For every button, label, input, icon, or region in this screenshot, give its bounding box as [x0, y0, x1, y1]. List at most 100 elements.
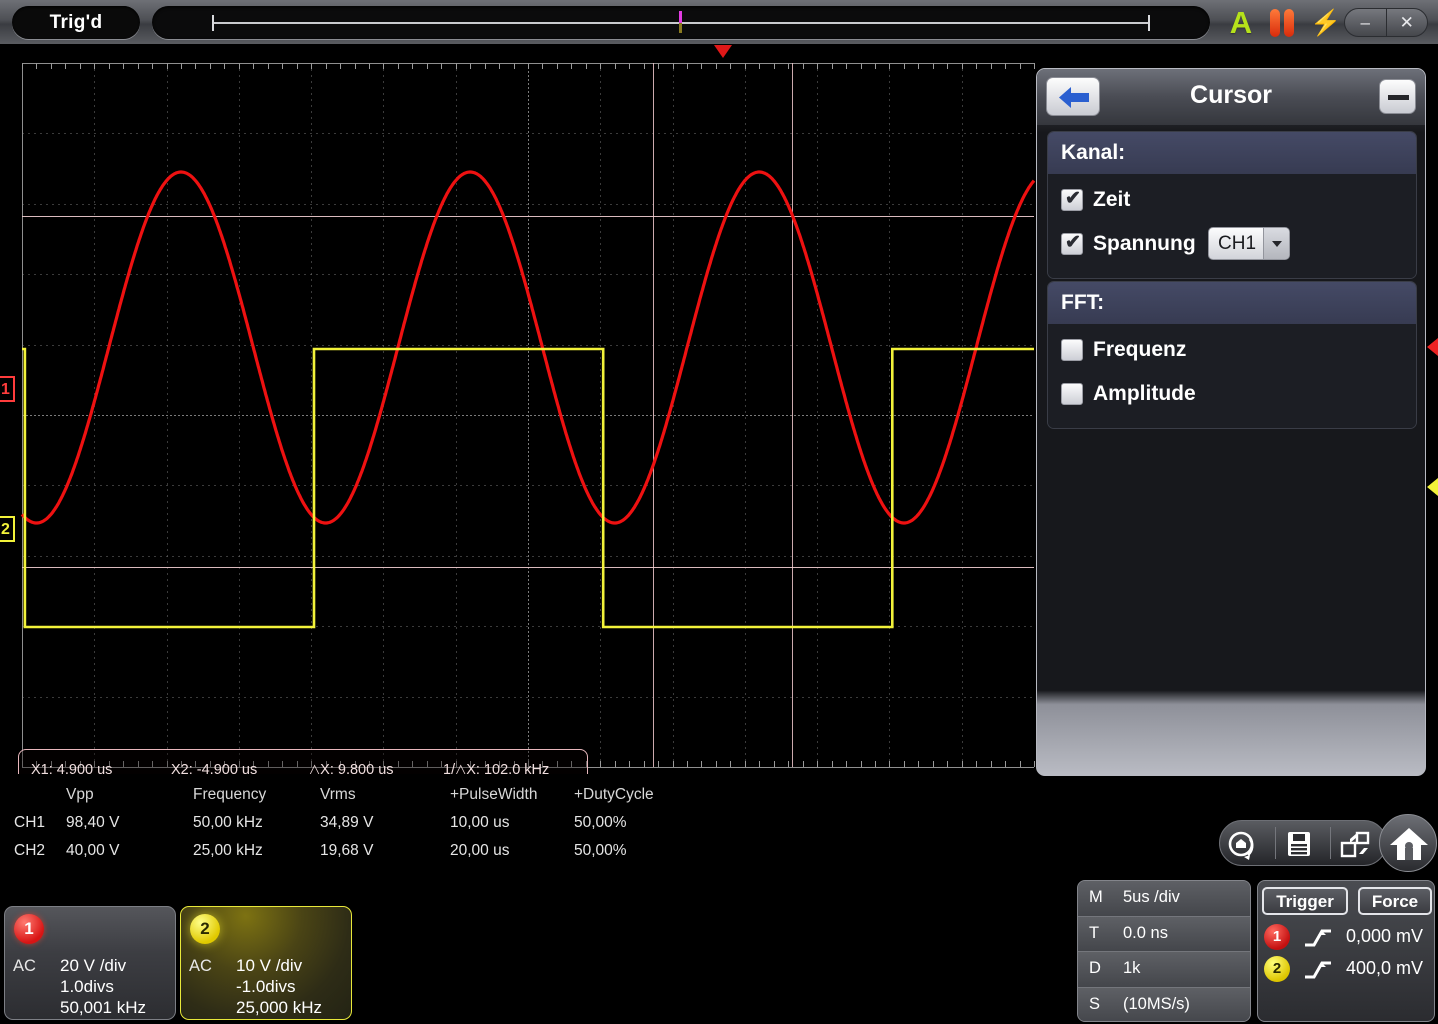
- kanal-section-header: Kanal:: [1048, 132, 1416, 174]
- spannung-checkbox[interactable]: [1061, 233, 1083, 255]
- cursor-panel-header: Cursor: [1037, 69, 1425, 125]
- trigger-ch1-level: 0,000 mV: [1346, 926, 1423, 947]
- table-row: CH2: [14, 842, 45, 860]
- autoscale-icon[interactable]: [1220, 821, 1275, 865]
- ch2-frequency-readout: 25,000 kHz: [236, 997, 322, 1018]
- trigger-ch2-level: 400,0 mV: [1346, 958, 1423, 979]
- channel-select-value: CH1: [1218, 233, 1256, 255]
- home-icon[interactable]: [1379, 814, 1437, 872]
- timebase-value-d: 1k: [1123, 959, 1140, 978]
- kanal-section: Kanal: Zeit Spannung CH1: [1047, 131, 1417, 279]
- cursor-panel-title: Cursor: [1037, 81, 1425, 110]
- timeline-position-marker-lower: [679, 23, 682, 33]
- timebase-row-t[interactable]: T 0.0 ns: [1078, 917, 1250, 953]
- cursor-x2: X2: -4,900 us: [171, 762, 257, 774]
- ch1-offset-divs: 1.0divs: [60, 976, 146, 997]
- channel-select-dropdown[interactable]: CH1: [1208, 227, 1290, 260]
- checkbox-row-frequenz[interactable]: Frequenz: [1048, 330, 1416, 374]
- trigger-row-ch2[interactable]: 2 400,0 mV: [1258, 955, 1436, 984]
- fft-section: FFT: Frequenz Amplitude: [1047, 281, 1417, 429]
- timebase-key-d: D: [1089, 959, 1101, 978]
- force-button[interactable]: Force: [1358, 887, 1432, 915]
- timeline-scrollbar[interactable]: [152, 6, 1210, 39]
- chevron-down-icon[interactable]: [1263, 228, 1289, 259]
- timeline-position-marker[interactable]: [679, 11, 682, 23]
- checkbox-row-amplitude[interactable]: Amplitude: [1048, 374, 1416, 418]
- timeline-end-cap: [1148, 15, 1150, 31]
- ch1-trigger-level-arrow[interactable]: [1427, 338, 1438, 356]
- ch1-frequency: 50,00 kHz: [193, 814, 263, 832]
- ch1-pulsewidth: 10,00 us: [450, 814, 509, 832]
- timebase-value-m: 5us /div: [1123, 888, 1180, 907]
- ch2-badge: 2: [190, 914, 220, 944]
- trigger-panel: Trigger Force 1 0,000 mV 2 400,0 mV: [1257, 880, 1435, 1022]
- timebase-row-m[interactable]: M 5us /div: [1078, 881, 1250, 917]
- ch2-volts-per-div: 10 V /div: [236, 955, 322, 976]
- measurement-header-frequency: Frequency: [193, 786, 266, 804]
- channel-1-panel[interactable]: 1 AC 20 V /div 1.0divs 50,001 kHz: [4, 906, 176, 1020]
- amplitude-checkbox[interactable]: [1061, 383, 1083, 405]
- timebase-value-s: (10MS/s): [1123, 995, 1190, 1014]
- ch1-volts-per-div: 20 V /div: [60, 955, 146, 976]
- minimize-icon[interactable]: [1379, 79, 1416, 114]
- measurement-header-vrms: Vrms: [320, 786, 356, 804]
- ch1-settings: 20 V /div 1.0divs 50,001 kHz: [60, 955, 146, 1018]
- measurement-header-vpp: Vpp: [66, 786, 94, 804]
- copy-icon[interactable]: [1331, 821, 1386, 865]
- rising-edge-icon: [1302, 925, 1334, 949]
- spannung-label: Spannung: [1093, 232, 1196, 256]
- ch1-dutycycle: 50,00%: [574, 814, 627, 832]
- timeline-start-cap: [212, 15, 214, 31]
- kanal-section-body: Zeit Spannung CH1: [1048, 174, 1416, 278]
- trigger-ch1-badge: 1: [1264, 924, 1290, 950]
- zeit-label: Zeit: [1093, 188, 1130, 212]
- ch1-frequency-readout: 50,001 kHz: [60, 997, 146, 1018]
- ch1-ground-marker[interactable]: 1: [0, 376, 15, 402]
- pause-icon[interactable]: [1267, 9, 1299, 37]
- ch2-coupling[interactable]: AC: [189, 957, 212, 976]
- trigger-ch2-badge: 2: [1264, 956, 1290, 982]
- amplitude-label: Amplitude: [1093, 382, 1196, 406]
- ch2-pulsewidth: 20,00 us: [450, 842, 509, 860]
- close-button[interactable]: ✕: [1387, 9, 1428, 36]
- quick-action-toolbar: [1219, 820, 1387, 866]
- frequenz-label: Frequenz: [1093, 338, 1186, 362]
- measurement-header-dutycycle: +DutyCycle: [574, 786, 654, 804]
- timebase-value-t: 0.0 ns: [1123, 924, 1168, 943]
- checkbox-row-spannung[interactable]: Spannung CH1: [1048, 224, 1416, 268]
- trigger-button[interactable]: Trigger: [1262, 887, 1348, 915]
- save-icon[interactable]: [1276, 821, 1331, 865]
- cursor-x1: X1: 4,900 us: [31, 762, 112, 774]
- timebase-key-t: T: [1089, 924, 1099, 943]
- bolt-icon[interactable]: ⚡: [1310, 9, 1330, 37]
- oscilloscope-window: Trig'd A ⚡ – ✕: [0, 0, 1438, 1024]
- ch2-frequency: 25,00 kHz: [193, 842, 263, 860]
- checkbox-row-zeit[interactable]: Zeit: [1048, 180, 1416, 224]
- ch2-settings: 10 V /div -1.0divs 25,000 kHz: [236, 955, 322, 1018]
- ch2-ground-marker[interactable]: 2: [0, 516, 15, 542]
- channel-2-panel[interactable]: 2 AC 10 V /div -1.0divs 25,000 kHz: [180, 906, 352, 1020]
- timebase-row-s[interactable]: S (10MS/s): [1078, 988, 1250, 1023]
- table-row: CH1: [14, 814, 45, 832]
- trigger-status-badge: Trig'd: [12, 6, 140, 39]
- minimize-button[interactable]: –: [1345, 9, 1386, 36]
- window-buttons: – ✕: [1344, 8, 1428, 37]
- zeit-checkbox[interactable]: [1061, 189, 1083, 211]
- cursor-inv-dx: 1/△X: 102,0 kHz: [443, 762, 549, 774]
- ch1-sine-trace: [22, 172, 1034, 523]
- timebase-row-d[interactable]: D 1k: [1078, 952, 1250, 988]
- trigger-position-marker[interactable]: [714, 45, 732, 58]
- auto-icon[interactable]: A: [1224, 7, 1258, 39]
- timebase-key-s: S: [1089, 995, 1100, 1014]
- ch1-badge: 1: [14, 914, 44, 944]
- ch2-vpp: 40,00 V: [66, 842, 119, 860]
- frequenz-checkbox[interactable]: [1061, 339, 1083, 361]
- ch2-trigger-level-arrow[interactable]: [1427, 478, 1438, 496]
- ch1-coupling[interactable]: AC: [13, 957, 36, 976]
- trigger-row-ch1[interactable]: 1 0,000 mV: [1258, 923, 1436, 952]
- timebase-panel[interactable]: M 5us /div T 0.0 ns D 1k S (10MS/s): [1077, 880, 1251, 1022]
- top-toolbar: Trig'd A ⚡ – ✕: [0, 0, 1438, 44]
- ch2-vrms: 19,68 V: [320, 842, 373, 860]
- cursor-panel: Cursor Kanal: Zeit Spannung CH1: [1036, 68, 1426, 776]
- fft-section-body: Frequenz Amplitude: [1048, 324, 1416, 428]
